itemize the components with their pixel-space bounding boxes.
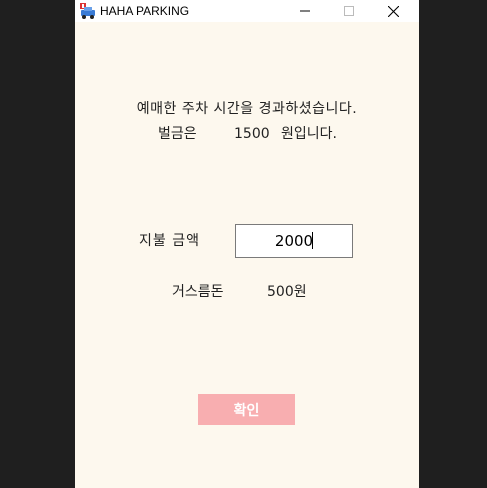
- close-button[interactable]: [371, 0, 415, 22]
- app-window: HAHA PARKING 예매한 주차 시간을 경과하셨습니다. 벌금은 150…: [75, 0, 419, 488]
- change-value: 500원: [267, 284, 307, 300]
- title-bar[interactable]: HAHA PARKING: [75, 0, 419, 22]
- overtime-message: 예매한 주차 시간을 경과하셨습니다.: [136, 101, 358, 117]
- window-title: HAHA PARKING: [100, 4, 190, 18]
- maximize-button[interactable]: [327, 0, 371, 22]
- fine-label: 벌금은: [158, 126, 197, 142]
- close-icon: [387, 5, 399, 17]
- confirm-button[interactable]: 확인: [198, 394, 295, 425]
- fine-amount: 1500: [234, 126, 270, 142]
- minimize-button[interactable]: [283, 0, 327, 22]
- car-parking-icon: [80, 3, 95, 19]
- minimize-icon: [300, 10, 310, 12]
- fine-suffix: 원입니다.: [281, 126, 337, 142]
- text-caret: [312, 232, 313, 249]
- change-label: 거스름돈: [172, 284, 224, 300]
- payment-input[interactable]: [235, 224, 353, 258]
- maximize-icon: [344, 6, 354, 16]
- payment-label: 지불 금액: [139, 233, 200, 249]
